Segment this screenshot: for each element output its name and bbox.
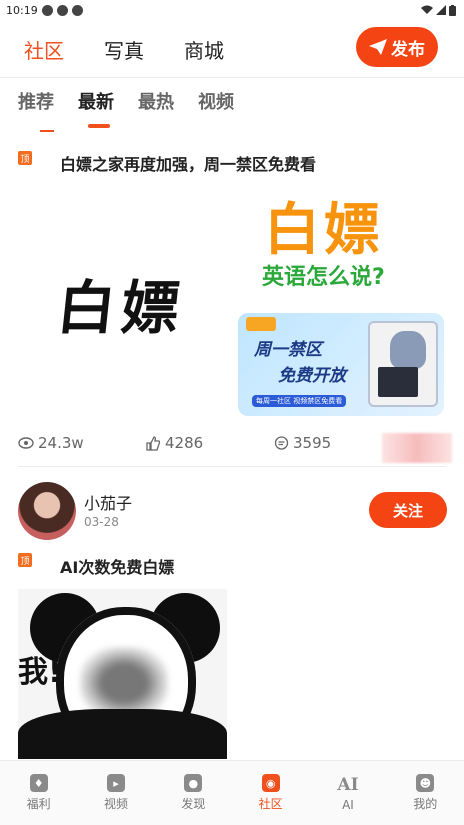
- pinned-label: 顶: [20, 556, 30, 567]
- nav-discover[interactable]: ● 发现: [155, 761, 232, 825]
- pinned-icon: 顶: [18, 151, 32, 165]
- nav-ai[interactable]: AI AI: [309, 761, 386, 825]
- eye-icon: [18, 437, 34, 449]
- pinned-icon: 顶: [18, 553, 32, 567]
- signal-icon: [436, 5, 446, 15]
- views-count: 24.3w: [38, 434, 84, 452]
- nav-label: 社区: [258, 797, 283, 811]
- divider: [18, 466, 446, 467]
- profile-icon: ☻: [416, 774, 435, 792]
- nav-label: 视频: [103, 797, 128, 811]
- tab-recommended[interactable]: 推荐: [18, 88, 54, 122]
- nav-label: AI: [342, 797, 354, 812]
- comment-icon: [274, 435, 289, 450]
- promo-footer: 每周一社区 视频禁区免费看: [252, 395, 347, 407]
- video-icon: ▸: [106, 774, 125, 792]
- like-button[interactable]: 4286: [146, 434, 274, 452]
- post-image[interactable]: 白嫖: [18, 185, 226, 420]
- post-image[interactable]: 我!: [18, 589, 227, 759]
- status-bar: 10:19: [0, 0, 464, 20]
- bottom-nav: ♦ 福利 ▸ 视频 ● 发现 ◉ 社区 AI AI ☻ 我的: [0, 760, 464, 825]
- monitor-illustration: [378, 367, 418, 397]
- tab-photos[interactable]: 写真: [104, 35, 144, 64]
- views-stat: 24.3w: [18, 434, 146, 452]
- promo-text: 免费开放: [278, 366, 346, 386]
- community-icon: ◉: [261, 774, 280, 792]
- nav-welfare[interactable]: ♦ 福利: [0, 761, 77, 825]
- comments-count: 3595: [293, 434, 332, 452]
- tab-latest[interactable]: 最新: [78, 88, 114, 128]
- nav-label: 发现: [181, 797, 206, 811]
- pinned-label: 顶: [20, 154, 30, 165]
- dog-illustration: [390, 331, 426, 369]
- post-stats: 24.3w 4286 3595: [18, 434, 402, 452]
- gift-icon: ♦: [29, 774, 48, 792]
- post-title[interactable]: 白嫖之家再度加强，周一禁区免费看: [60, 151, 316, 175]
- avatar[interactable]: [18, 482, 76, 540]
- notification-icon: [71, 4, 83, 16]
- nav-community[interactable]: ◉ 社区: [232, 761, 309, 825]
- image-question-text: 英语怎么说?: [262, 265, 385, 290]
- follow-button[interactable]: 关注: [369, 492, 447, 528]
- status-time: 10:19: [6, 3, 38, 17]
- nav-video[interactable]: ▸ 视频: [77, 761, 154, 825]
- blurred-element: [382, 433, 452, 463]
- promo-banner: 周一禁区 免费开放 每周一社区 视频禁区免费看: [238, 313, 444, 416]
- likes-count: 4286: [165, 434, 204, 452]
- promo-text: 周一禁区: [254, 340, 322, 360]
- feed-tabs: 推荐 最新 最热 视频: [0, 88, 464, 128]
- brand-logo: [246, 317, 276, 331]
- top-nav: 社区 写真 商城 发布: [0, 22, 464, 76]
- tab-hottest[interactable]: 最热: [138, 88, 174, 122]
- nav-profile[interactable]: ☻ 我的: [387, 761, 464, 825]
- telegram-icon: [41, 4, 53, 16]
- author-name[interactable]: 小茄子: [84, 490, 132, 514]
- tab-mall[interactable]: 商城: [184, 35, 224, 64]
- promo-illustration: [368, 321, 438, 407]
- image-title-text: 白嫖: [264, 198, 384, 263]
- thumb-up-icon: [146, 435, 161, 451]
- tab-community[interactable]: 社区: [24, 35, 64, 64]
- panda-body: [18, 709, 227, 759]
- nav-label: 我的: [413, 797, 438, 811]
- send-icon: [369, 39, 387, 55]
- publish-button[interactable]: 发布: [356, 27, 438, 67]
- post-date: 03-28: [84, 515, 119, 529]
- image-caption-text: 我!: [18, 655, 62, 690]
- telegram-icon: [56, 4, 68, 16]
- ai-icon: AI: [337, 774, 359, 795]
- wifi-icon: [421, 5, 433, 14]
- divider: [0, 77, 464, 78]
- tab-video[interactable]: 视频: [198, 88, 234, 122]
- image-calligraphy-text: 白嫖: [53, 273, 190, 342]
- battery-icon: [449, 4, 456, 16]
- divider: [40, 130, 54, 132]
- nav-label: 福利: [26, 797, 51, 811]
- post-image[interactable]: 白嫖 英语怎么说? 周一禁区 免费开放 每周一社区 视频禁区免费看: [236, 185, 446, 420]
- post-title[interactable]: AI次数免费白嫖: [60, 554, 174, 578]
- publish-label: 发布: [391, 39, 425, 60]
- discover-icon: ●: [184, 774, 203, 792]
